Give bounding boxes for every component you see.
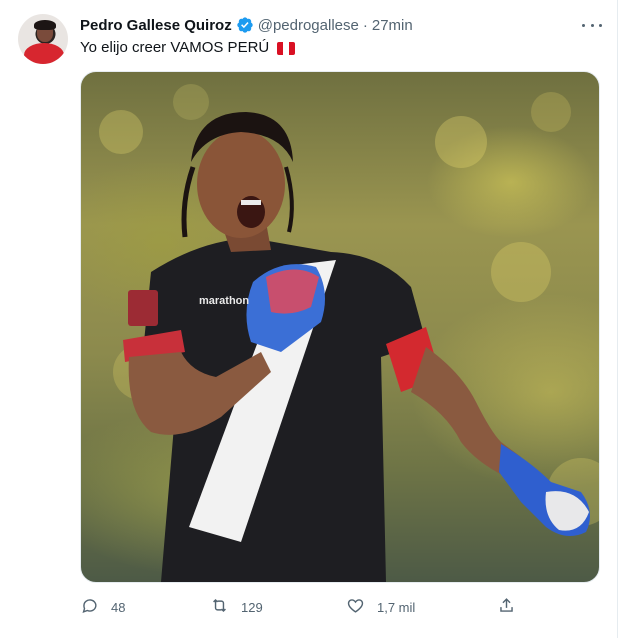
retweet-button[interactable]: 129 — [210, 595, 263, 619]
peru-flag-icon — [277, 41, 296, 55]
tweet-body: Yo elijo creer VAMOS PERÚ — [80, 39, 270, 56]
reply-count: 48 — [111, 599, 126, 615]
jersey-sponsor-text: marathon — [199, 295, 249, 307]
like-button[interactable]: 1,7 mil — [346, 595, 415, 619]
tweet-card[interactable]: Pedro Gallese Quiroz @pedrogallese · 27m… — [0, 0, 618, 638]
share-button[interactable] — [497, 595, 516, 619]
retweet-count: 129 — [241, 599, 263, 615]
header-separator: · — [362, 16, 368, 34]
reply-button[interactable]: 48 — [80, 595, 125, 619]
tweet-header: Pedro Gallese Quiroz @pedrogallese · 27m… — [80, 14, 413, 36]
tweet-timestamp[interactable]: 27min — [372, 17, 413, 34]
retweet-icon — [210, 596, 229, 618]
author-name[interactable]: Pedro Gallese Quiroz — [80, 17, 232, 34]
heart-icon — [346, 596, 365, 618]
more-options-icon[interactable] — [582, 17, 602, 33]
reply-icon — [80, 596, 99, 618]
tweet-photo[interactable]: marathon — [80, 71, 600, 583]
author-avatar[interactable] — [18, 14, 68, 64]
tweet-text: Yo elijo creer VAMOS PERÚ — [80, 38, 296, 58]
share-icon — [497, 596, 516, 618]
like-count: 1,7 mil — [377, 599, 416, 615]
author-handle[interactable]: @pedrogallese — [258, 17, 359, 34]
verified-badge-icon — [236, 16, 254, 34]
goalkeeper-photo: marathon — [99, 84, 599, 582]
tweet-actions: 48 129 1,7 mil — [80, 595, 520, 619]
